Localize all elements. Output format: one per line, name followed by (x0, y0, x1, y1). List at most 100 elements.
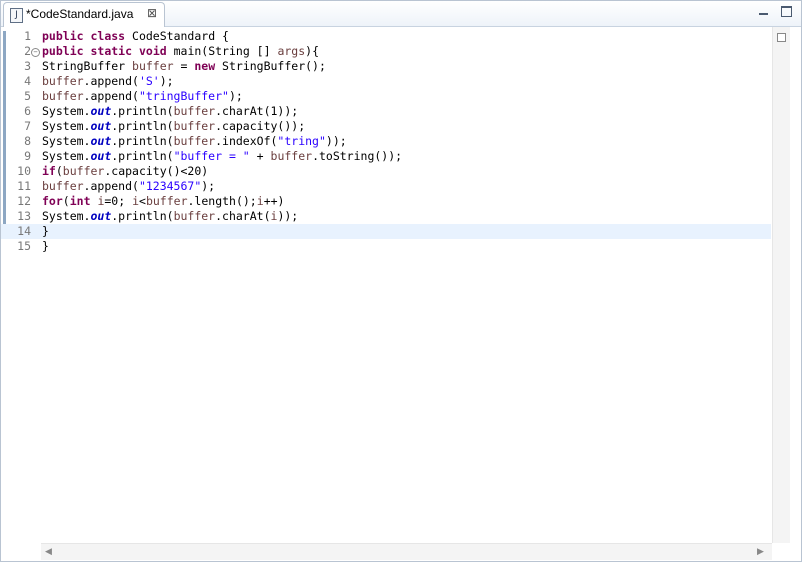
code-text: System.out.println(buffer.charAt(i)); (42, 209, 298, 224)
code-line[interactable]: 8 System.out.println(buffer.indexOf("trin… (1, 134, 771, 149)
java-file-icon: J (10, 8, 23, 23)
scroll-up-icon[interactable] (777, 33, 786, 42)
code-token: "1234567" (138, 179, 202, 193)
code-line[interactable]: 6 System.out.println(buffer.charAt(1)); (1, 104, 771, 119)
editor-tab-bar: J *CodeStandard.java ⊠ (1, 1, 801, 27)
line-number: 12 (17, 194, 31, 208)
code-text: if(buffer.capacity()<20) (42, 164, 208, 179)
code-line[interactable]: 5 buffer.append("tringBuffer"); (1, 89, 771, 104)
code-text: for(int i=0; i<buffer.length();i++) (42, 194, 284, 209)
code-text: System.out.println(buffer.capacity()); (42, 119, 305, 134)
code-line[interactable]: 11 buffer.append("1234567"); (1, 179, 771, 194)
line-number: 5 (24, 89, 31, 103)
maximize-icon[interactable] (780, 5, 792, 17)
code-token: System. (42, 104, 91, 118)
code-line[interactable]: 9 System.out.println("buffer = " + buffer… (1, 149, 771, 164)
code-token: out (90, 134, 112, 148)
code-token: )); (325, 134, 347, 148)
code-text: System.out.println("buffer = " + buffer.… (42, 149, 402, 164)
code-token: main(String [] (166, 44, 278, 58)
code-token: .println( (111, 119, 174, 133)
code-token: .println( (111, 134, 174, 148)
code-line[interactable]: 15} (1, 239, 771, 254)
line-number: 10 (17, 164, 31, 178)
scroll-left-icon[interactable]: ◀ (45, 547, 52, 557)
code-token: ); (159, 74, 174, 88)
tab-title: *CodeStandard.java (26, 7, 134, 21)
code-line[interactable]: 13 System.out.println(buffer.charAt(i)); (1, 209, 771, 224)
code-token: System. (42, 149, 91, 163)
code-token: out (90, 104, 112, 118)
code-text: public static void main(String [] args){ (42, 44, 319, 59)
code-token: out (90, 119, 112, 133)
code-token: int (69, 194, 91, 208)
code-text: StringBuffer buffer = new StringBuffer()… (42, 59, 326, 74)
scroll-right-icon[interactable]: ▶ (757, 547, 764, 557)
code-token: =0; (104, 194, 133, 208)
code-text: } (42, 239, 49, 254)
code-token: .indexOf( (215, 134, 278, 148)
code-token: "tring" (277, 134, 326, 148)
editor-tab-codestandard[interactable]: J *CodeStandard.java ⊠ (3, 2, 165, 27)
line-number: 1 (24, 29, 31, 43)
code-token: ); (201, 179, 216, 193)
vertical-scrollbar[interactable] (772, 27, 790, 543)
code-token: < (139, 194, 146, 208)
code-token: .length(); (187, 194, 257, 208)
code-line[interactable]: 1 public class CodeStandard { (1, 29, 771, 44)
code-token: if (42, 164, 56, 178)
line-number: 6 (24, 104, 31, 118)
code-token: buffer (132, 59, 174, 73)
code-token: out (90, 209, 112, 223)
line-number: 4 (24, 74, 31, 88)
code-line[interactable]: 14} (1, 224, 771, 239)
close-icon[interactable]: ⊠ (147, 6, 157, 20)
line-number: 11 (17, 179, 31, 193)
code-text: buffer.append('S'); (42, 74, 174, 89)
code-line[interactable]: 4 buffer.append('S'); (1, 74, 771, 89)
code-lines[interactable]: 1 public class CodeStandard {2− public sta… (1, 29, 771, 254)
code-token: public (42, 29, 84, 43)
code-token: CodeStandard { (125, 29, 229, 43)
code-token: void (138, 44, 167, 58)
code-token: .println( (111, 209, 174, 223)
code-line[interactable]: 12 for(int i=0; i<buffer.length();i++) (1, 194, 771, 209)
code-token: .println( (111, 104, 174, 118)
line-number: 2 (24, 44, 31, 58)
code-token: } (42, 224, 49, 238)
code-token: buffer (42, 179, 84, 193)
editor-window: J *CodeStandard.java ⊠ 1 public class Cod… (0, 0, 802, 562)
code-token: new (194, 59, 216, 73)
horizontal-scrollbar[interactable]: ◀ ▶ (41, 543, 772, 560)
code-line[interactable]: 10 if(buffer.capacity()<20) (1, 164, 771, 179)
line-number: 14 (17, 224, 31, 238)
code-token: "buffer = " (173, 149, 250, 163)
code-text: buffer.append("tringBuffer"); (42, 89, 243, 104)
code-token: } (42, 239, 49, 253)
code-token: = (173, 59, 195, 73)
code-token: .append( (83, 74, 139, 88)
line-number: 9 (24, 149, 31, 163)
code-token: StringBuffer (42, 59, 133, 73)
code-token: static (90, 44, 133, 58)
code-line[interactable]: 3 StringBuffer buffer = new StringBuffer(… (1, 59, 771, 74)
code-token: buffer (270, 149, 313, 163)
code-token: ( (62, 194, 70, 208)
code-token: .append( (83, 89, 139, 103)
line-number: 7 (24, 119, 31, 133)
code-text: System.out.println(buffer.charAt(1)); (42, 104, 298, 119)
code-line[interactable]: 7 System.out.println(buffer.capacity()); (1, 119, 771, 134)
code-editor[interactable]: 1 public class CodeStandard {2− public sta… (1, 27, 771, 543)
code-text: public class CodeStandard { (42, 29, 229, 44)
code-token: .charAt( (215, 209, 271, 223)
code-token: ( (55, 164, 63, 178)
code-token: )); (277, 209, 299, 223)
fold-collapse-icon[interactable]: − (31, 48, 40, 57)
code-line[interactable]: 2− public static void main(String [] args… (1, 44, 771, 59)
code-token: System. (42, 209, 91, 223)
minimize-icon[interactable] (757, 5, 769, 17)
code-token: out (90, 149, 112, 163)
code-token: .println( (111, 149, 174, 163)
line-number: 13 (17, 209, 31, 223)
